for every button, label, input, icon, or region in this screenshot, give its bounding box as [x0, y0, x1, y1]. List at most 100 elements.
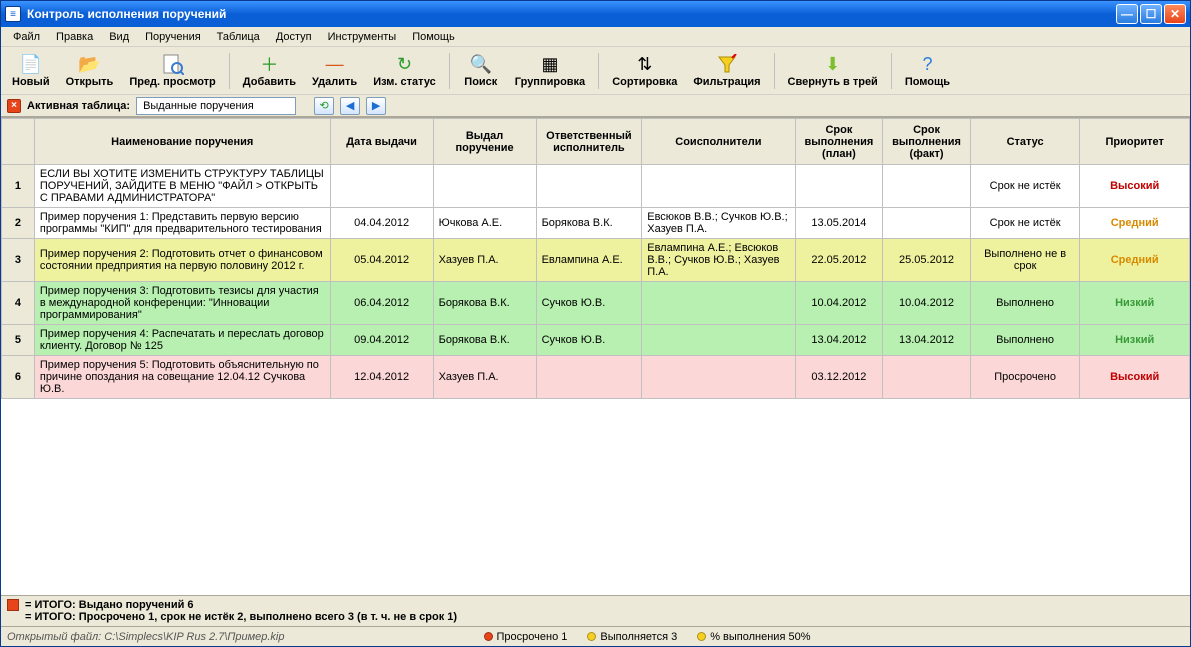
new-button[interactable]: 📄Новый: [5, 50, 57, 91]
cell-issuer: Хазуев П.А.: [433, 356, 536, 399]
cell-coexecutors: [642, 325, 795, 356]
menu-помощь[interactable]: Помощь: [406, 29, 461, 45]
cell-fact: [883, 165, 971, 208]
status-dot-yellow-icon: [587, 632, 596, 641]
col-header-8[interactable]: Статус: [970, 119, 1080, 165]
col-header-7[interactable]: Срок выполнения (факт): [883, 119, 971, 165]
table-row[interactable]: 1ЕСЛИ ВЫ ХОТИТЕ ИЗМЕНИТЬ СТРУКТУРУ ТАБЛИ…: [2, 165, 1190, 208]
summary-line-1: = ИТОГО: Выдано поручений 6: [25, 599, 194, 611]
table-row[interactable]: 2Пример поручения 1: Представить первую …: [2, 208, 1190, 239]
cell-responsible: Сучков Ю.В.: [536, 282, 642, 325]
sort-button[interactable]: ⇅Сортировка: [605, 50, 684, 91]
tray-button[interactable]: ⬇Свернуть в трей: [781, 50, 885, 91]
change-status-button[interactable]: ↻Изм. статус: [366, 50, 443, 91]
nav-refresh-button[interactable]: ⟲: [314, 97, 334, 115]
cell-status: Выполнено: [970, 282, 1080, 325]
menu-вид[interactable]: Вид: [103, 29, 135, 45]
active-table-value[interactable]: Выданные поручения: [136, 97, 296, 115]
filter-icon: [716, 53, 738, 75]
add-button-label: Добавить: [243, 76, 296, 88]
group-icon: ▦: [539, 53, 561, 75]
menu-доступ[interactable]: Доступ: [270, 29, 318, 45]
row-index: 1: [2, 165, 35, 208]
menu-файл[interactable]: Файл: [7, 29, 46, 45]
row-index: 6: [2, 356, 35, 399]
maximize-button[interactable]: ☐: [1140, 4, 1162, 24]
new-icon: 📄: [20, 53, 42, 75]
table-row[interactable]: 3Пример поручения 2: Подготовить отчет о…: [2, 239, 1190, 282]
close-table-icon[interactable]: ×: [7, 99, 21, 113]
cell-responsible: [536, 165, 642, 208]
cell-date: [330, 165, 433, 208]
table-row[interactable]: 6Пример поручения 5: Подготовить объясни…: [2, 356, 1190, 399]
cell-fact: 25.05.2012: [883, 239, 971, 282]
status-overdue: Просрочено 1: [497, 631, 568, 643]
help-icon: ?: [916, 53, 938, 75]
cell-fact: 10.04.2012: [883, 282, 971, 325]
toolbar-separator: [774, 53, 775, 89]
col-header-5[interactable]: Соисполнители: [642, 119, 795, 165]
cell-issuer: Хазуев П.А.: [433, 239, 536, 282]
menu-правка[interactable]: Правка: [50, 29, 99, 45]
cell-date: 09.04.2012: [330, 325, 433, 356]
close-button[interactable]: ✕: [1164, 4, 1186, 24]
col-header-6[interactable]: Срок выполнения (план): [795, 119, 883, 165]
help-button-label: Помощь: [905, 76, 950, 88]
table-header-row: Наименование порученияДата выдачиВыдал п…: [2, 119, 1190, 165]
row-index: 2: [2, 208, 35, 239]
table-scroll-area[interactable]: Наименование порученияДата выдачиВыдал п…: [1, 117, 1190, 595]
menu-инструменты[interactable]: Инструменты: [322, 29, 403, 45]
cell-responsible: Борякова В.К.: [536, 208, 642, 239]
col-header-1[interactable]: Наименование поручения: [34, 119, 330, 165]
search-icon: 🔍: [470, 53, 492, 75]
preview-icon: [162, 53, 184, 75]
new-button-label: Новый: [12, 76, 50, 88]
open-icon: 📂: [78, 53, 100, 75]
tray-button-label: Свернуть в трей: [788, 76, 878, 88]
preview-button-label: Пред. просмотр: [129, 76, 215, 88]
status-bar: Открытый файл: C:\Simplecs\KIP Rus 2.7\П…: [1, 626, 1190, 646]
cell-status: Срок не истёк: [970, 208, 1080, 239]
nav-prev-button[interactable]: ◀: [340, 97, 360, 115]
search-button[interactable]: 🔍Поиск: [456, 50, 506, 91]
cell-priority: Средний: [1080, 239, 1190, 282]
tray-icon: ⬇: [822, 53, 844, 75]
group-button[interactable]: ▦Группировка: [508, 50, 592, 91]
menu-поручения[interactable]: Поручения: [139, 29, 207, 45]
cell-coexecutors: [642, 356, 795, 399]
preview-button[interactable]: Пред. просмотр: [122, 50, 222, 91]
summary-line-2: = ИТОГО: Просрочено 1, срок не истёк 2, …: [25, 611, 457, 623]
delete-button[interactable]: —Удалить: [305, 50, 364, 91]
col-header-0[interactable]: [2, 119, 35, 165]
col-header-3[interactable]: Выдал поручение: [433, 119, 536, 165]
table-row[interactable]: 4Пример поручения 3: Подготовить тезисы …: [2, 282, 1190, 325]
cell-plan: [795, 165, 883, 208]
cell-name: Пример поручения 3: Подготовить тезисы д…: [34, 282, 330, 325]
delete-icon: —: [324, 53, 346, 75]
table-row[interactable]: 5Пример поручения 4: Распечатать и перес…: [2, 325, 1190, 356]
row-index: 3: [2, 239, 35, 282]
help-button[interactable]: ?Помощь: [898, 50, 957, 91]
cell-priority: Высокий: [1080, 165, 1190, 208]
cell-coexecutors: Евсюков В.В.; Сучков Ю.В.; Хазуев П.А.: [642, 208, 795, 239]
menu-таблица[interactable]: Таблица: [211, 29, 266, 45]
open-button[interactable]: 📂Открыть: [59, 50, 121, 91]
cell-responsible: Евлампина А.Е.: [536, 239, 642, 282]
cell-coexecutors: [642, 165, 795, 208]
cell-plan: 22.05.2012: [795, 239, 883, 282]
filter-button[interactable]: Фильтрация: [686, 50, 767, 91]
col-header-4[interactable]: Ответственный исполнитель: [536, 119, 642, 165]
toolbar: 📄Новый📂ОткрытьПред. просмотр＋Добавить—Уд…: [1, 47, 1190, 95]
add-button[interactable]: ＋Добавить: [236, 50, 303, 91]
cell-status: Выполнено не в срок: [970, 239, 1080, 282]
cell-coexecutors: Евлампина А.Е.; Евсюков В.В.; Сучков Ю.В…: [642, 239, 795, 282]
col-header-2[interactable]: Дата выдачи: [330, 119, 433, 165]
cell-name: ЕСЛИ ВЫ ХОТИТЕ ИЗМЕНИТЬ СТРУКТУРУ ТАБЛИЦ…: [34, 165, 330, 208]
nav-next-button[interactable]: ▶: [366, 97, 386, 115]
cell-plan: 13.05.2014: [795, 208, 883, 239]
cell-issuer: Борякова В.К.: [433, 282, 536, 325]
cell-priority: Высокий: [1080, 356, 1190, 399]
col-header-9[interactable]: Приоритет: [1080, 119, 1190, 165]
minimize-button[interactable]: —: [1116, 4, 1138, 24]
cell-name: Пример поручения 1: Представить первую в…: [34, 208, 330, 239]
